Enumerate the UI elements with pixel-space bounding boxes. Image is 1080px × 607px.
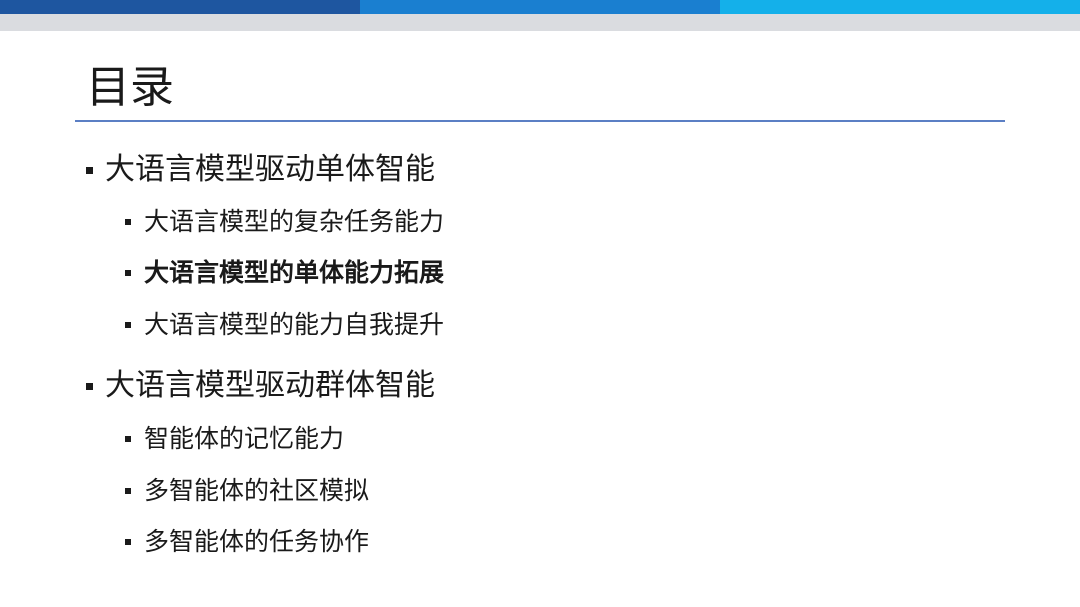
outline-subitem: 大语言模型的复杂任务能力 xyxy=(125,205,444,239)
square-bullet-icon xyxy=(125,322,131,328)
slide-title: 目录 xyxy=(86,62,174,113)
outline-subitem-label: 智能体的记忆能力 xyxy=(144,424,345,453)
square-bullet-icon xyxy=(125,219,131,225)
outline-subitem-current: 大语言模型的单体能力拓展 xyxy=(125,256,444,290)
outline-subitem-label: 大语言模型的单体能力拓展 xyxy=(144,258,445,287)
outline-item-single-agent: 大语言模型驱动单体智能 xyxy=(86,150,435,190)
outline-subitem: 大语言模型的能力自我提升 xyxy=(125,308,444,342)
outline-subitem-label: 多智能体的社区模拟 xyxy=(144,476,370,505)
square-bullet-icon xyxy=(125,539,131,545)
outline-subitem-label: 大语言模型的复杂任务能力 xyxy=(144,207,445,236)
top-bar-segment-dark xyxy=(0,0,360,14)
outline-subitem: 智能体的记忆能力 xyxy=(125,422,344,456)
outline-item-label: 大语言模型驱动单体智能 xyxy=(105,152,435,187)
square-bullet-icon xyxy=(125,436,131,442)
top-bar-segment-light xyxy=(720,0,1080,14)
square-bullet-icon xyxy=(86,382,93,390)
outline-subitem: 多智能体的社区模拟 xyxy=(125,474,369,508)
outline-subitem-label: 多智能体的任务协作 xyxy=(144,527,370,556)
outline-item-multi-agent: 大语言模型驱动群体智能 xyxy=(86,366,435,406)
square-bullet-icon xyxy=(86,166,93,174)
square-bullet-icon xyxy=(125,488,131,494)
outline-item-label: 大语言模型驱动群体智能 xyxy=(105,368,435,403)
top-bar-segment-mid xyxy=(360,0,720,14)
square-bullet-icon xyxy=(125,270,131,276)
top-gray-band xyxy=(0,14,1080,31)
outline-subitem: 多智能体的任务协作 xyxy=(125,525,369,559)
outline-subitem-label: 大语言模型的能力自我提升 xyxy=(144,310,445,339)
title-underline xyxy=(75,120,1005,122)
top-accent-bar xyxy=(0,0,1080,14)
